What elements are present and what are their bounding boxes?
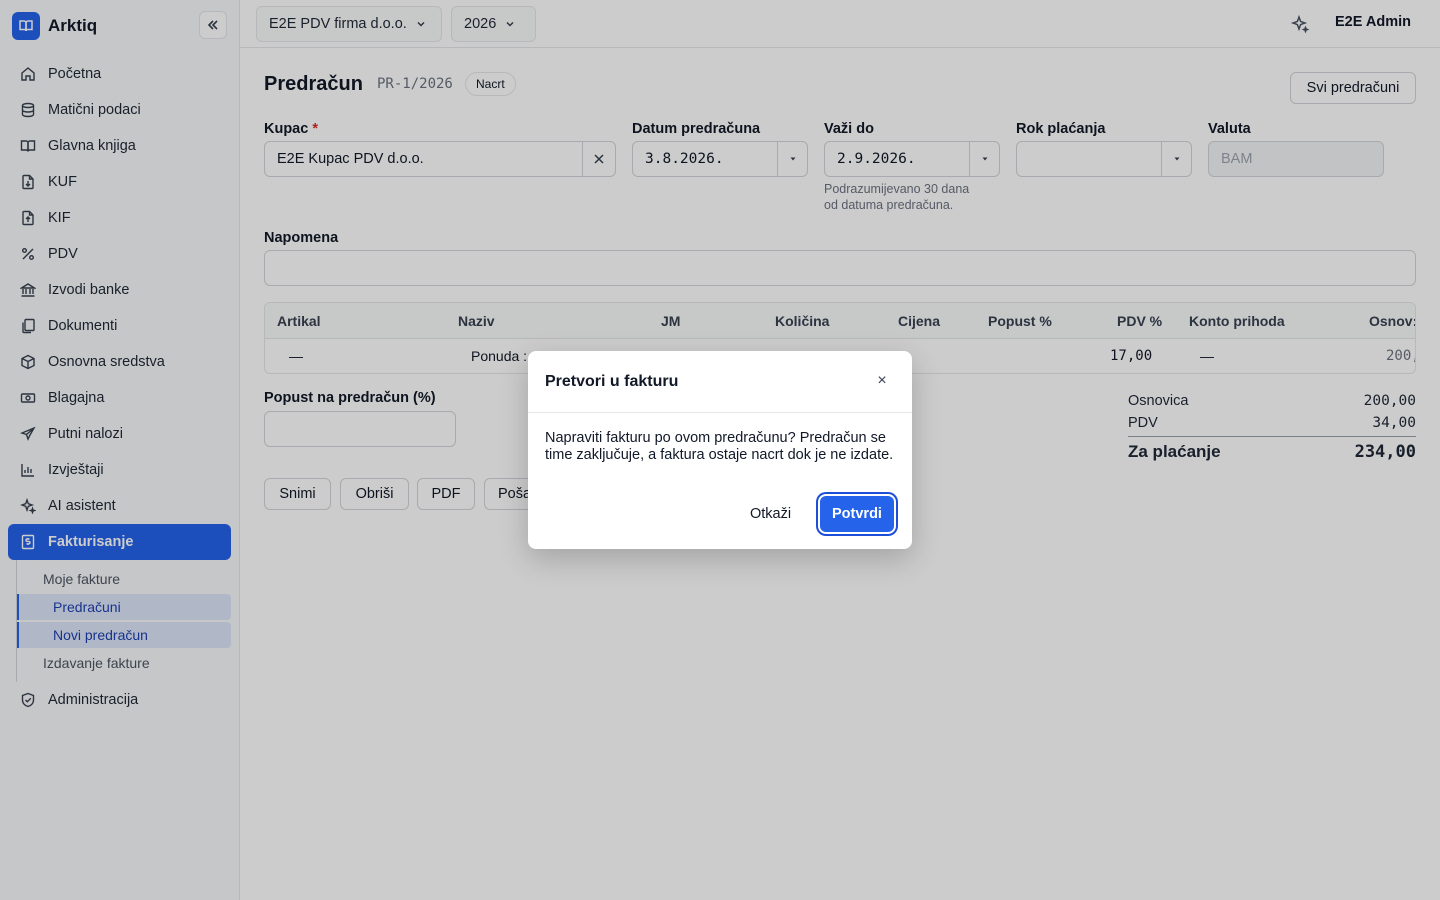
dialog-message: Napraviti fakturu po ovom predračunu? Pr… (545, 430, 894, 463)
convert-to-invoice-dialog: Pretvori u fakturu × Napraviti fakturu p… (528, 351, 912, 549)
confirm-button[interactable]: Potvrdi (820, 496, 894, 532)
close-icon[interactable]: × (874, 372, 890, 389)
dialog-title: Pretvori u fakturu (545, 373, 679, 390)
cancel-button[interactable]: Otkaži (750, 506, 791, 522)
dialog-header: Pretvori u fakturu × (528, 351, 912, 413)
